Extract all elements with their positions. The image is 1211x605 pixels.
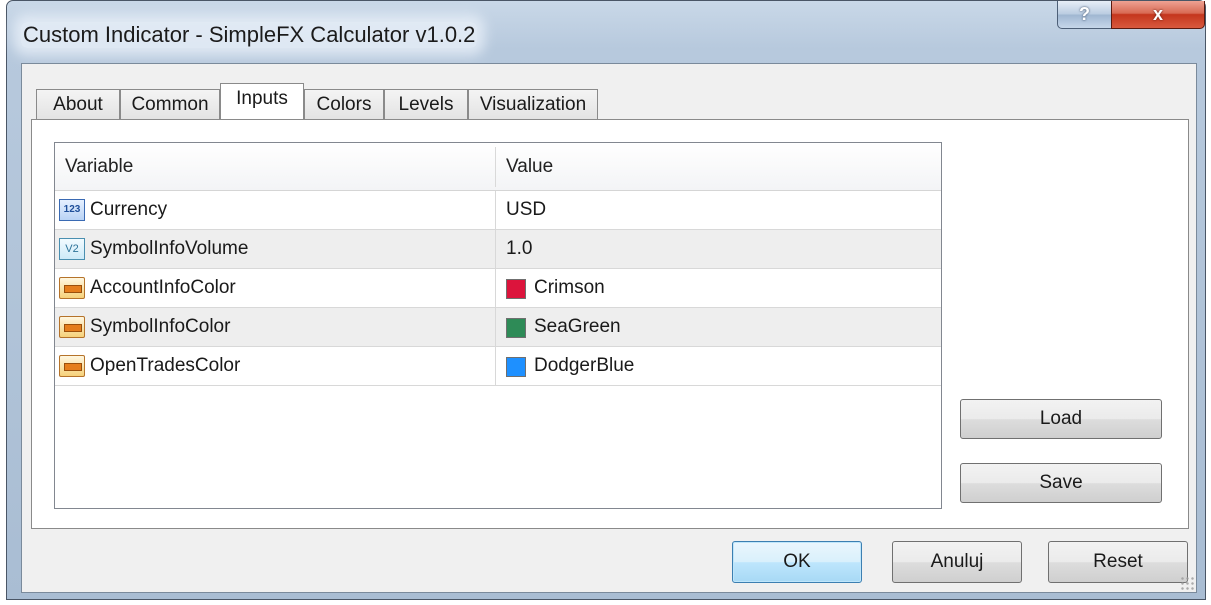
tab-visualization[interactable]: Visualization — [468, 89, 598, 119]
variable-value: 1.0 — [506, 238, 533, 259]
load-button[interactable]: Load — [960, 399, 1162, 439]
inputs-tab-panel: Variable Value 123 Currency USD V2 Symbo… — [31, 119, 1189, 529]
grid-header: Variable Value — [55, 143, 941, 191]
variable-value: Crimson — [534, 277, 605, 298]
variable-name: SymbolInfoColor — [90, 316, 231, 337]
tab-inputs[interactable]: Inputs — [220, 83, 304, 119]
variable-name: AccountInfoColor — [90, 277, 236, 298]
table-row[interactable]: OpenTradesColor DodgerBlue — [55, 347, 941, 386]
close-button[interactable]: x — [1111, 1, 1205, 29]
color-swatch — [506, 357, 526, 377]
column-header-value[interactable]: Value — [496, 143, 553, 190]
value-cell[interactable]: 1.0 — [496, 230, 941, 268]
double-type-icon: V2 — [59, 238, 85, 260]
value-cell[interactable]: Crimson — [496, 269, 941, 307]
inputs-grid[interactable]: Variable Value 123 Currency USD V2 Symbo… — [54, 142, 942, 509]
title-bar[interactable]: Custom Indicator - SimpleFX Calculator v… — [7, 1, 1205, 67]
table-row[interactable]: V2 SymbolInfoVolume 1.0 — [55, 230, 941, 269]
table-row[interactable]: SymbolInfoColor SeaGreen — [55, 308, 941, 347]
help-button[interactable]: ? — [1057, 1, 1112, 29]
variable-cell[interactable]: 123 Currency — [55, 191, 496, 229]
value-cell[interactable]: DodgerBlue — [496, 347, 941, 385]
table-row[interactable]: 123 Currency USD — [55, 191, 941, 230]
value-cell[interactable]: USD — [496, 191, 941, 229]
table-row[interactable]: AccountInfoColor Crimson — [55, 269, 941, 308]
tab-common[interactable]: Common — [120, 89, 220, 119]
reset-button[interactable]: Reset — [1048, 541, 1188, 583]
color-swatch — [506, 318, 526, 338]
value-cell[interactable]: SeaGreen — [496, 308, 941, 346]
color-type-icon — [59, 277, 85, 299]
variable-value: SeaGreen — [534, 316, 621, 337]
window-title: Custom Indicator - SimpleFX Calculator v… — [21, 22, 478, 48]
variable-cell[interactable]: OpenTradesColor — [55, 347, 496, 385]
variable-cell[interactable]: SymbolInfoColor — [55, 308, 496, 346]
variable-name: Currency — [90, 199, 168, 220]
column-header-variable[interactable]: Variable — [55, 143, 133, 190]
save-button[interactable]: Save — [960, 463, 1162, 503]
color-type-icon — [59, 316, 85, 338]
tab-colors[interactable]: Colors — [304, 89, 384, 119]
resize-grip-icon[interactable] — [1180, 576, 1194, 590]
cancel-button[interactable]: Anuluj — [892, 541, 1022, 583]
integer-type-icon: 123 — [59, 199, 85, 221]
tab-about[interactable]: About — [36, 89, 120, 119]
tab-levels[interactable]: Levels — [384, 89, 468, 119]
variable-cell[interactable]: V2 SymbolInfoVolume — [55, 230, 496, 268]
color-type-icon — [59, 355, 85, 377]
ok-button[interactable]: OK — [732, 541, 862, 583]
variable-name: SymbolInfoVolume — [90, 238, 249, 259]
variable-name: OpenTradesColor — [90, 355, 241, 376]
dialog-window: Custom Indicator - SimpleFX Calculator v… — [6, 0, 1206, 600]
variable-value: USD — [506, 199, 547, 220]
dialog-client-area: About Common Inputs Colors Levels Visual… — [21, 63, 1197, 593]
variable-cell[interactable]: AccountInfoColor — [55, 269, 496, 307]
variable-value: DodgerBlue — [534, 355, 635, 376]
color-swatch — [506, 279, 526, 299]
